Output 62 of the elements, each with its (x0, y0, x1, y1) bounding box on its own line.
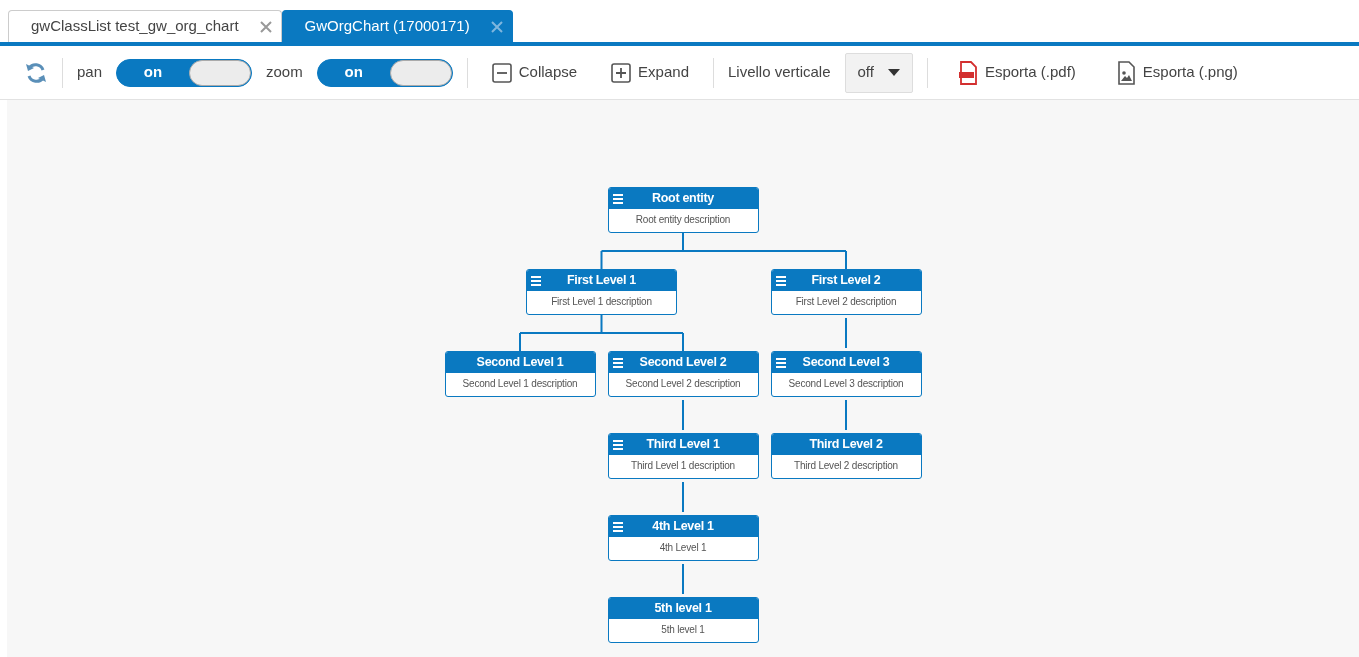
connector-line (682, 563, 684, 595)
menu-icon[interactable] (775, 357, 786, 368)
connector-line (682, 481, 684, 513)
org-node[interactable]: First Level 1 First Level 1 description (526, 269, 677, 315)
menu-icon[interactable] (612, 193, 623, 204)
tab-label: gwClassList test_gw_org_chart (31, 16, 239, 37)
menu-icon[interactable] (775, 275, 786, 286)
node-title: First Level 2 (810, 272, 882, 290)
tab[interactable]: GwOrgChart (17000171) (281, 10, 513, 42)
node-description: 4th Level 1 (658, 541, 708, 555)
expand-icon (611, 62, 632, 83)
expand-button[interactable]: Expand (601, 61, 699, 84)
close-icon[interactable] (258, 19, 273, 34)
export-button[interactable]: Esporta (.pdf) (947, 60, 1086, 85)
node-description: First Level 2 description (794, 295, 898, 309)
toggle-label: pan (77, 62, 103, 83)
org-node[interactable]: Second Level 3 Second Level 3 description (770, 351, 922, 397)
org-node[interactable]: Third Level 1 Third Level 1 description (607, 433, 759, 479)
node-description: First Level 1 description (550, 295, 653, 309)
toggle-switch[interactable]: on (316, 58, 453, 87)
connector-line (845, 399, 847, 431)
node-title: Second Level 3 (801, 354, 891, 372)
connector-line (682, 399, 684, 431)
collapse-icon (491, 62, 512, 83)
node-description: Third Level 1 description (630, 459, 736, 473)
collapse-button[interactable]: Collapse (481, 61, 588, 84)
org-node[interactable]: Third Level 2 Third Level 2 description (770, 433, 922, 479)
tab[interactable]: gwClassList test_gw_org_chart (8, 10, 282, 42)
menu-icon[interactable] (531, 275, 541, 286)
org-node[interactable]: 5th level 1 5th level 1 (607, 597, 759, 643)
image-file-icon (1115, 60, 1136, 85)
connector-line (845, 317, 847, 349)
node-title: 5th level 1 (653, 600, 713, 618)
node-title: Second Level 2 (638, 354, 728, 372)
toggle-label: zoom (266, 62, 303, 83)
tab-label: GwOrgChart (17000171) (304, 16, 470, 37)
node-description: Root entity description (634, 213, 732, 227)
org-node[interactable]: 4th Level 1 4th Level 1 (607, 515, 759, 561)
menu-icon[interactable] (612, 357, 623, 368)
org-node[interactable]: Second Level 2 Second Level 2 description (607, 351, 759, 397)
field-label: Livello verticale (727, 62, 831, 83)
menu-icon[interactable] (612, 439, 623, 450)
org-node[interactable]: First Level 2 First Level 2 description (770, 269, 922, 315)
level-dropdown[interactable]: off (844, 52, 913, 93)
node-title: Root entity (651, 190, 715, 208)
menu-icon[interactable] (612, 521, 623, 532)
org-node[interactable]: Root entity Root entity description (607, 187, 759, 233)
node-description: Third Level 2 description (793, 459, 899, 473)
node-title: 4th Level 1 (651, 518, 715, 536)
export-button[interactable]: Esporta (.png) (1105, 60, 1248, 85)
node-title: Second Level 1 (475, 354, 565, 372)
caret-icon (887, 69, 900, 76)
node-title: First Level 1 (565, 272, 638, 290)
node-description: Second Level 3 description (787, 377, 905, 391)
refresh-icon[interactable] (24, 60, 48, 85)
node-description: 5th level 1 (660, 623, 706, 637)
node-description: Second Level 2 description (624, 377, 742, 391)
pdf-file-icon (957, 60, 978, 85)
node-title: Third Level 2 (808, 436, 884, 454)
org-node[interactable]: Second Level 1 Second Level 1 description (444, 351, 596, 397)
node-title: Third Level 1 (645, 436, 721, 454)
node-description: Second Level 1 description (461, 377, 579, 391)
